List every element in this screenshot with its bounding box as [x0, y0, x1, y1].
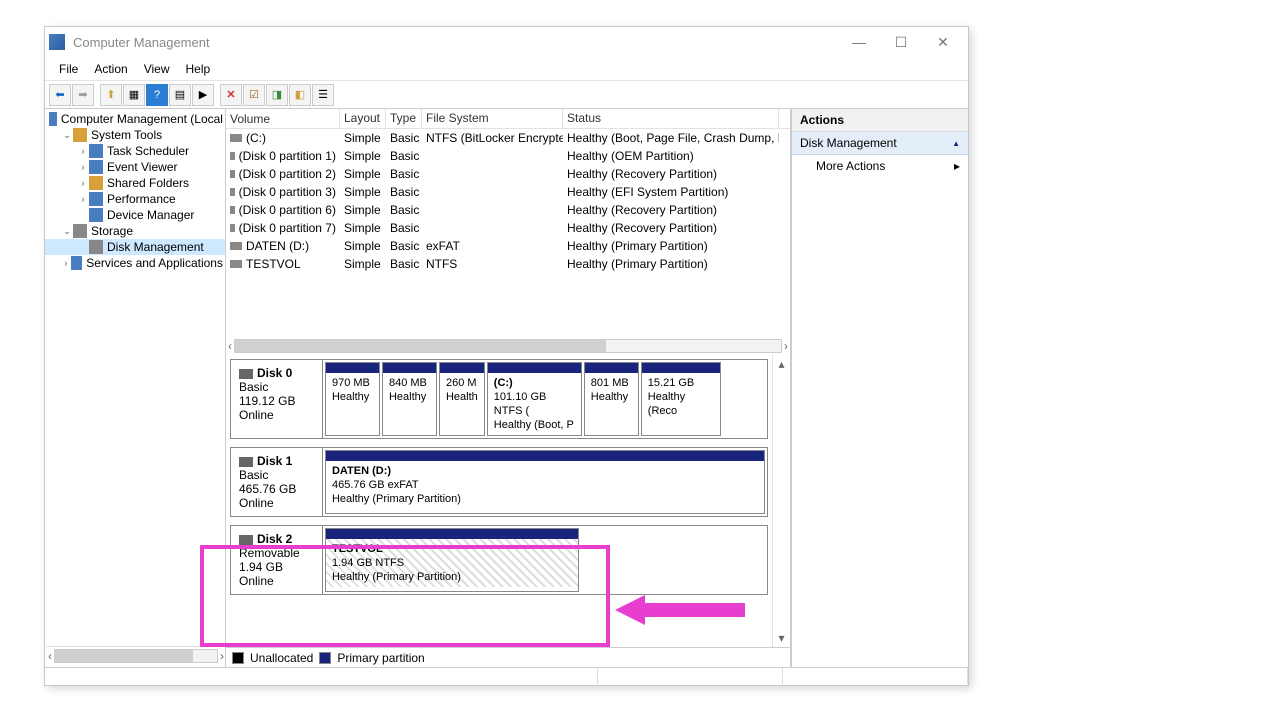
disk-icon [239, 369, 253, 379]
toolbar-props-icon[interactable]: ◧ [289, 84, 311, 106]
volume-icon [230, 206, 235, 214]
menubar: File Action View Help [45, 57, 968, 81]
col-filesystem[interactable]: File System [422, 109, 563, 128]
perf-icon [89, 192, 103, 206]
minimize-button[interactable]: ― [838, 28, 880, 56]
disk-icon [239, 457, 253, 467]
disk-block[interactable]: Disk 0 Basic119.12 GBOnline970 MBHealthy… [230, 359, 768, 439]
disk-view-vscroll[interactable]: ▴▾ [772, 355, 790, 647]
disk-block[interactable]: Disk 1 Basic465.76 GBOnlineDATEN (D:)465… [230, 447, 768, 517]
app-icon [49, 34, 65, 50]
toolbar-up-icon[interactable]: ⬆ [100, 84, 122, 106]
service-icon [71, 256, 82, 270]
col-layout[interactable]: Layout [340, 109, 386, 128]
toolbar-list-icon[interactable]: ☰ [312, 84, 334, 106]
actions-header: Actions [792, 109, 968, 132]
volume-row[interactable]: (C:) Simple Basic NTFS (BitLocker Encryp… [226, 129, 790, 147]
legend-unallocated-label: Unallocated [250, 651, 313, 665]
window-title: Computer Management [73, 35, 210, 50]
storage-icon [73, 224, 87, 238]
volume-row[interactable]: (Disk 0 partition 3) Simple Basic Health… [226, 183, 790, 201]
computer-icon [49, 112, 57, 126]
status-bar [45, 667, 968, 687]
col-status[interactable]: Status [563, 109, 779, 128]
folder-icon [89, 176, 103, 190]
collapse-icon: ▲ [952, 139, 960, 148]
tree-performance[interactable]: ›Performance [45, 191, 225, 207]
volume-icon [230, 242, 242, 250]
actions-disk-management[interactable]: Disk Management▲ [792, 132, 968, 155]
partition[interactable]: DATEN (D:)465.76 GB exFATHealthy (Primar… [325, 450, 765, 514]
partition[interactable]: 260 MHealth [439, 362, 485, 436]
close-button[interactable]: ✕ [922, 28, 964, 56]
volume-icon [230, 260, 242, 268]
volume-row[interactable]: (Disk 0 partition 2) Simple Basic Health… [226, 165, 790, 183]
toolbar-run-icon[interactable]: ▶ [192, 84, 214, 106]
volume-icon [230, 224, 235, 232]
toolbar-filter-icon[interactable]: ▤ [169, 84, 191, 106]
menu-view[interactable]: View [136, 60, 178, 78]
volume-list-header: Volume Layout Type File System Status [226, 109, 790, 129]
titlebar: Computer Management ― ☐ ✕ [45, 27, 968, 57]
partition[interactable]: 801 MBHealthy [584, 362, 639, 436]
toolbar-forward-icon[interactable]: ➡ [72, 84, 94, 106]
toolbar: ⬅ ➡ ⬆ ▦ ? ▤ ▶ ✕ ☑ ◨ ◧ ☰ [45, 81, 968, 109]
volume-icon [230, 188, 235, 196]
tree-task-scheduler[interactable]: ›Task Scheduler [45, 143, 225, 159]
tree-hscroll[interactable]: ‹› [46, 646, 226, 664]
tree-device-manager[interactable]: Device Manager [45, 207, 225, 223]
volume-row[interactable]: (Disk 0 partition 7) Simple Basic Health… [226, 219, 790, 237]
disk-graphical-view[interactable]: Disk 0 Basic119.12 GBOnline970 MBHealthy… [226, 355, 772, 647]
menu-file[interactable]: File [51, 60, 86, 78]
partition[interactable]: 840 MBHealthy [382, 362, 437, 436]
legend-unallocated-swatch [232, 652, 244, 664]
partition[interactable]: 15.21 GBHealthy (Reco [641, 362, 721, 436]
device-icon [89, 208, 103, 222]
volume-row[interactable]: TESTVOL Simple Basic NTFS Healthy (Prima… [226, 255, 790, 273]
computer-management-window: Computer Management ― ☐ ✕ File Action Vi… [44, 26, 969, 686]
partition[interactable]: (C:)101.10 GB NTFS (Healthy (Boot, P [487, 362, 582, 436]
volume-icon [230, 134, 242, 142]
tree-system-tools[interactable]: ⌄System Tools [45, 127, 225, 143]
toolbar-help-icon[interactable]: ? [146, 84, 168, 106]
tree-services-apps[interactable]: ›Services and Applications [45, 255, 225, 271]
disk-icon [89, 240, 103, 254]
volume-icon [230, 170, 235, 178]
event-icon [89, 160, 103, 174]
tree-storage[interactable]: ⌄Storage [45, 223, 225, 239]
disk-block[interactable]: Disk 2 Removable1.94 GBOnlineTESTVOL1.94… [230, 525, 768, 595]
legend: Unallocated Primary partition [226, 647, 790, 667]
volume-list-hscroll[interactable]: ‹› [226, 337, 790, 355]
menu-action[interactable]: Action [86, 60, 135, 78]
volume-list[interactable]: (C:) Simple Basic NTFS (BitLocker Encryp… [226, 129, 790, 337]
maximize-button[interactable]: ☐ [880, 28, 922, 56]
actions-pane: Actions Disk Management▲ More Actions▸ [791, 109, 968, 667]
volume-row[interactable]: (Disk 0 partition 6) Simple Basic Health… [226, 201, 790, 219]
tree-event-viewer[interactable]: ›Event Viewer [45, 159, 225, 175]
col-volume[interactable]: Volume [226, 109, 340, 128]
disk-icon [239, 535, 253, 545]
legend-primary-swatch [319, 652, 331, 664]
col-type[interactable]: Type [386, 109, 422, 128]
partition[interactable]: 970 MBHealthy [325, 362, 380, 436]
volume-row[interactable]: (Disk 0 partition 1) Simple Basic Health… [226, 147, 790, 165]
tree-root[interactable]: Computer Management (Local [45, 111, 225, 127]
toolbar-check-icon[interactable]: ☑ [243, 84, 265, 106]
chevron-right-icon: ▸ [954, 159, 960, 173]
legend-primary-label: Primary partition [337, 651, 424, 665]
navigation-tree: Computer Management (Local ⌄System Tools… [45, 109, 226, 667]
volume-row[interactable]: DATEN (D:) Simple Basic exFAT Healthy (P… [226, 237, 790, 255]
toolbar-back-icon[interactable]: ⬅ [49, 84, 71, 106]
partition[interactable]: TESTVOL1.94 GB NTFSHealthy (Primary Part… [325, 528, 579, 592]
toolbar-level-icon[interactable]: ▦ [123, 84, 145, 106]
actions-more[interactable]: More Actions▸ [792, 155, 968, 177]
tree-shared-folders[interactable]: ›Shared Folders [45, 175, 225, 191]
clock-icon [89, 144, 103, 158]
toolbar-delete-icon[interactable]: ✕ [220, 84, 242, 106]
tree-disk-management[interactable]: Disk Management [45, 239, 225, 255]
menu-help[interactable]: Help [178, 60, 219, 78]
toolbar-new-icon[interactable]: ◨ [266, 84, 288, 106]
tools-icon [73, 128, 87, 142]
volume-icon [230, 152, 235, 160]
